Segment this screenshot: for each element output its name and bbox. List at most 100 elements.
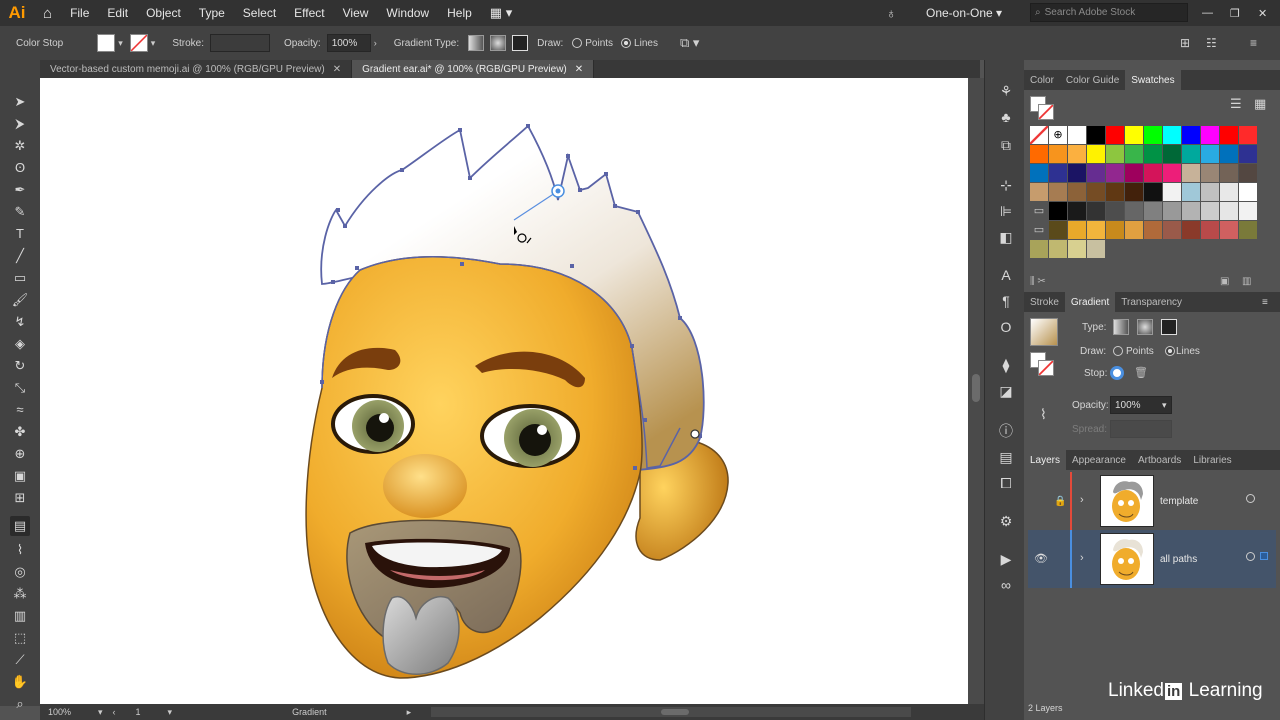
menu-help[interactable]: Help [438, 6, 481, 20]
color-swatch[interactable] [1068, 202, 1086, 220]
color-swatch[interactable] [1125, 126, 1143, 144]
fill-swatch[interactable] [97, 34, 116, 52]
color-swatch[interactable] [1106, 183, 1124, 201]
paragraph-icon[interactable]: ¶ [997, 292, 1015, 310]
stop-color-swatch[interactable] [1110, 366, 1124, 380]
color-swatch[interactable] [1163, 202, 1181, 220]
color-swatch[interactable] [1201, 126, 1219, 144]
direct-selection-tool-icon[interactable]: ⮞ [10, 114, 30, 134]
distribute-icon[interactable]: ☷ [1206, 36, 1217, 50]
color-swatch[interactable] [1220, 183, 1238, 201]
lines-radio[interactable] [621, 38, 632, 48]
color-swatch[interactable] [1125, 145, 1143, 163]
line-tool-icon[interactable]: ╱ [10, 246, 30, 266]
gradient-fill-stroke-proxy[interactable] [1030, 352, 1056, 378]
color-swatch[interactable] [1163, 183, 1181, 201]
image-trace-icon[interactable]: ⧉ [997, 136, 1015, 154]
type-tool-icon[interactable]: T [10, 224, 30, 244]
lasso-tool-icon[interactable]: ʘ [10, 158, 30, 178]
zoom-dropdown-icon[interactable]: ▾ [98, 707, 103, 718]
color-swatch[interactable] [1182, 126, 1200, 144]
scroll-thumb[interactable] [972, 374, 980, 402]
color-swatch[interactable] [1220, 145, 1238, 163]
actions-play-icon[interactable]: ▶ [997, 550, 1015, 568]
color-swatch[interactable] [1144, 221, 1162, 239]
color-swatch[interactable] [1220, 164, 1238, 182]
tab-swatches[interactable]: Swatches [1125, 70, 1181, 90]
memoji-artwork[interactable] [40, 78, 968, 704]
lock-icon[interactable]: 🔒 [1054, 496, 1066, 507]
gradient-tool-icon[interactable]: ▤ [10, 516, 30, 536]
transform-icon[interactable]: ⊞ [1180, 36, 1190, 50]
opacity-arrow-icon[interactable]: › [374, 38, 377, 48]
transform-panel-icon[interactable]: ⊹ [997, 176, 1015, 194]
color-swatch[interactable] [1125, 202, 1143, 220]
color-swatch[interactable] [1201, 183, 1219, 201]
color-swatch[interactable] [1068, 183, 1086, 201]
warp-tool-icon[interactable]: ≈ [10, 400, 30, 420]
search-stock-input[interactable]: ⌕ Search Adobe Stock [1030, 3, 1188, 22]
puppet-warp-tool-icon[interactable]: ✤ [10, 422, 30, 442]
color-swatch[interactable] [1049, 183, 1067, 201]
color-swatch[interactable] [1144, 202, 1162, 220]
lightbulb-icon[interactable]: ♁ [886, 5, 897, 21]
tab-libraries[interactable]: Libraries [1187, 450, 1237, 470]
expand-layer-icon[interactable]: › [1080, 494, 1084, 506]
opentype-icon[interactable]: O [997, 318, 1015, 336]
pen-tool-icon[interactable]: ✒ [10, 180, 30, 200]
minimize-button[interactable]: — [1202, 7, 1213, 19]
color-swatch[interactable] [1087, 240, 1105, 258]
swatch-libraries-icon[interactable]: ⫼ ✂ [1030, 276, 1046, 287]
opacity-dropdown-icon[interactable]: ▾ [1162, 400, 1167, 411]
hscroll-thumb[interactable] [661, 709, 690, 715]
color-swatch[interactable] [1030, 126, 1048, 144]
color-swatch[interactable] [1220, 202, 1238, 220]
menu-type[interactable]: Type [190, 6, 234, 20]
freeform-gradient-icon[interactable] [512, 35, 529, 51]
selection-indicator[interactable] [1260, 552, 1268, 560]
color-swatch[interactable] [1239, 164, 1257, 182]
color-swatch[interactable] [1068, 126, 1086, 144]
magic-wand-tool-icon[interactable]: ✲ [10, 136, 30, 156]
eyedropper-tool-icon[interactable]: ⌇ [10, 540, 30, 560]
blend-tool-icon[interactable]: ◎ [10, 562, 30, 582]
color-swatch[interactable] [1239, 221, 1257, 239]
shape-builder-tool-icon[interactable]: ⊕ [10, 444, 30, 464]
tab-appearance[interactable]: Appearance [1066, 450, 1132, 470]
menu-object[interactable]: Object [137, 6, 190, 20]
stroke-swatch[interactable] [129, 34, 148, 52]
linear-gradient-icon[interactable] [468, 35, 485, 51]
color-swatch[interactable] [1049, 221, 1067, 239]
color-swatch[interactable] [1068, 240, 1086, 258]
gradient-panel-menu-icon[interactable]: ≡ [1262, 297, 1268, 308]
paintbrush-tool-icon[interactable]: 🖌 [10, 290, 30, 310]
color-swatch[interactable] [1182, 164, 1200, 182]
color-swatch[interactable] [1239, 202, 1257, 220]
color-swatch[interactable] [1068, 145, 1086, 163]
freeform-type-button[interactable] [1161, 319, 1177, 335]
color-swatch[interactable] [1106, 145, 1124, 163]
artboard-prev-icon[interactable]: ‹ [113, 707, 116, 717]
color-swatch[interactable] [1030, 240, 1048, 258]
panel-menu-icon[interactable]: ≡ [1250, 36, 1257, 50]
color-swatch[interactable] [1030, 145, 1048, 163]
zoom-level[interactable]: 100% [48, 707, 88, 717]
color-swatch[interactable] [1220, 126, 1238, 144]
character-icon[interactable]: A [997, 266, 1015, 284]
canvas-vertical-scrollbar[interactable] [968, 78, 984, 704]
selection-tool-icon[interactable]: ➤ [10, 92, 30, 112]
artboard-dropdown-icon[interactable]: ▾ [168, 707, 173, 718]
tab-gradient-ear-document[interactable]: Gradient ear.ai* @ 100% (RGB/GPU Preview… [352, 60, 595, 78]
stroke-dropdown-icon[interactable]: ▾ [151, 38, 156, 49]
color-swatch[interactable] [1087, 183, 1105, 201]
color-swatch[interactable] [1087, 164, 1105, 182]
color-swatch[interactable]: ▭ [1030, 202, 1048, 220]
document-info-icon[interactable]: ▤ [997, 448, 1015, 466]
curvature-tool-icon[interactable]: ✎ [10, 202, 30, 222]
opacity-field[interactable]: 100% [326, 34, 371, 52]
color-swatch[interactable] [1068, 221, 1086, 239]
chain-link-icon[interactable]: ∞ [997, 576, 1015, 594]
color-swatch[interactable] [1144, 183, 1162, 201]
eraser-tool-icon[interactable]: ◈ [10, 334, 30, 354]
artboard-number[interactable]: 1 [136, 707, 166, 717]
